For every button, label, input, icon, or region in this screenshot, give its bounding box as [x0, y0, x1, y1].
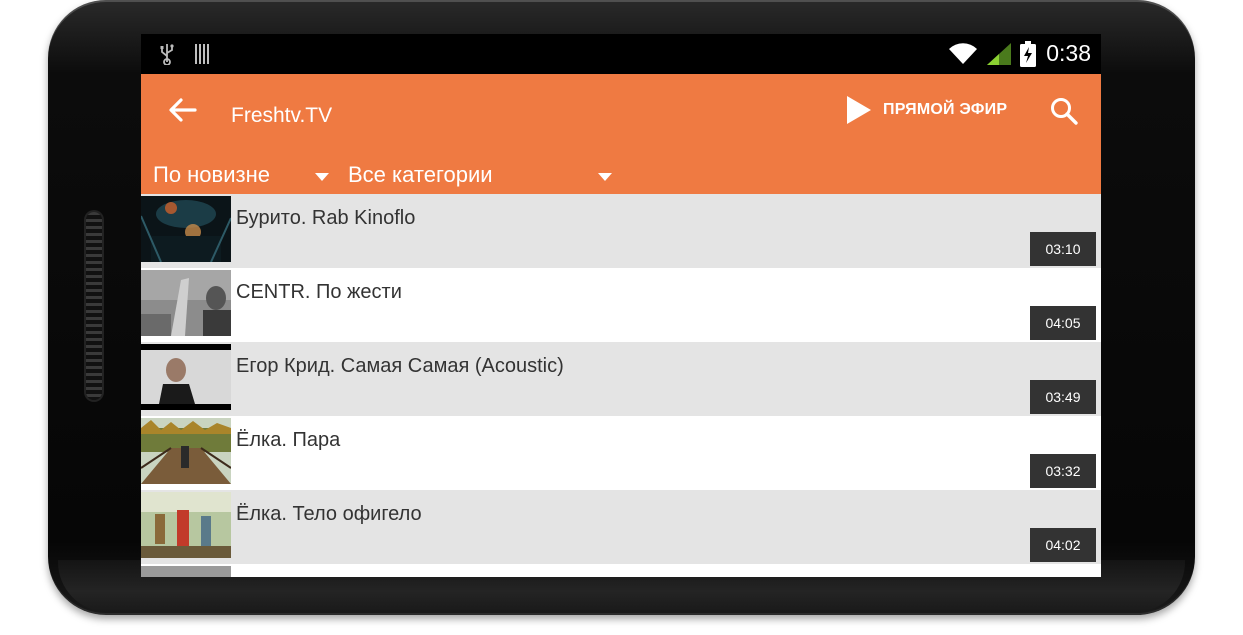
status-clock: 0:38 — [1046, 40, 1091, 66]
battery-charging-icon — [1020, 40, 1037, 67]
barcode-icon — [195, 44, 211, 64]
usb-icon — [160, 44, 174, 65]
video-thumbnail — [141, 492, 231, 558]
video-duration-badge: 04:02 — [1030, 528, 1096, 562]
video-thumbnail — [141, 566, 231, 577]
wifi-icon — [949, 42, 978, 64]
video-duration-badge: 04:05 — [1030, 306, 1096, 340]
video-title: Бурито. Rab Kinoflo — [236, 207, 416, 229]
app-bar: Freshtv.TV ПРЯМОЙ ЭФИР По новизне Все ка… — [141, 74, 1101, 194]
video-title: Ёлка. Пара — [236, 429, 341, 451]
phone-screen: 0:38 Freshtv.TV ПРЯМОЙ ЭФИР По новизне В… — [141, 34, 1101, 577]
category-chevron-down-icon — [598, 173, 612, 181]
video-title: CENTR. По жести — [236, 281, 402, 303]
video-list-item[interactable]: Бурито. Rab Kinoflo 03:10 — [141, 194, 1101, 268]
video-thumbnail — [141, 418, 231, 484]
live-broadcast-button[interactable]: ПРЯМОЙ ЭФИР — [845, 94, 1007, 126]
video-list: Бурито. Rab Kinoflo 03:10 CENTR. По жест… — [141, 194, 1101, 577]
video-duration-badge: 03:10 — [1030, 232, 1096, 266]
video-list-item[interactable]: Ёлка. Тело офигело 04:02 — [141, 490, 1101, 564]
cell-signal-icon — [987, 42, 1012, 65]
video-list-item[interactable]: Егор Крид. Самая Самая (Acoustic) 03:49 — [141, 342, 1101, 416]
sort-chevron-down-icon — [315, 173, 329, 181]
speaker-grille — [86, 212, 102, 400]
video-title: Егор Крид. Самая Самая (Acoustic) — [236, 355, 564, 377]
sort-dropdown-label: По новизне — [153, 162, 270, 187]
play-icon — [847, 96, 871, 124]
video-duration-badge: 03:49 — [1030, 380, 1096, 414]
video-thumbnail — [141, 270, 231, 336]
status-bar: 0:38 — [141, 34, 1101, 74]
video-list-item[interactable]: CENTR. По жести 04:05 — [141, 268, 1101, 342]
search-icon[interactable] — [1049, 96, 1079, 126]
category-dropdown[interactable]: Все категории — [348, 162, 493, 188]
video-thumbnail — [141, 196, 231, 262]
live-broadcast-label: ПРЯМОЙ ЭФИР — [883, 101, 1008, 118]
app-title: Freshtv.TV — [231, 104, 333, 127]
video-title: Ёлка. Тело офигело — [236, 503, 422, 525]
video-list-item-partial[interactable] — [141, 564, 1101, 577]
category-dropdown-label: Все категории — [348, 162, 493, 187]
video-duration-badge: 03:32 — [1030, 454, 1096, 488]
video-thumbnail — [141, 344, 231, 410]
sort-dropdown[interactable]: По новизне — [153, 162, 270, 188]
video-list-item[interactable]: Ёлка. Пара 03:32 — [141, 416, 1101, 490]
back-arrow-icon[interactable] — [167, 94, 199, 126]
